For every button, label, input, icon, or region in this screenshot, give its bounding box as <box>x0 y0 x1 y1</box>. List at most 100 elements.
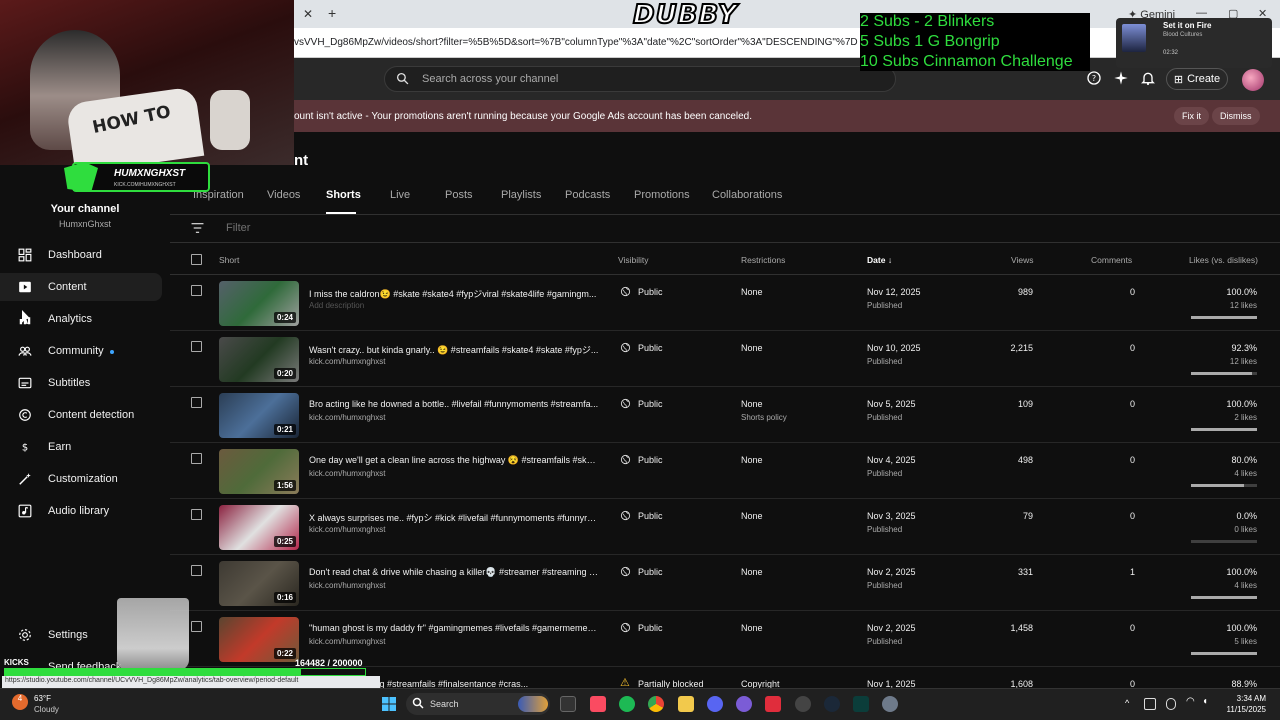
table-row[interactable]: 1:56 One day we'll get a clean line acros… <box>170 443 1280 499</box>
filter-icon[interactable] <box>191 222 204 234</box>
volume-icon[interactable]: ◖ <box>1202 696 1208 707</box>
likes-ratio-bar <box>1191 652 1257 655</box>
sidebar-item-customization[interactable]: Customization <box>0 465 162 493</box>
sparkle-icon[interactable] <box>1113 70 1129 86</box>
video-title[interactable]: I miss the caldron😉 #skate #skate4 #fypジ… <box>309 287 599 300</box>
create-button[interactable]: ⊞ Create <box>1166 68 1228 90</box>
new-tab-icon[interactable]: + <box>328 5 336 21</box>
tab-posts[interactable]: Posts <box>445 189 473 201</box>
sidebar-item-content[interactable]: Content <box>0 273 162 301</box>
settings-app-icon[interactable] <box>882 696 898 712</box>
task-view-icon[interactable] <box>560 696 576 712</box>
video-thumbnail[interactable]: 0:25 <box>219 505 299 550</box>
row-checkbox[interactable] <box>191 285 202 296</box>
sidebar-item-earn[interactable]: $ Earn <box>0 433 162 461</box>
sidebar-item-community[interactable]: Community <box>0 337 162 365</box>
sidebar-item-dashboard[interactable]: Dashboard <box>0 241 162 269</box>
weather-condition[interactable]: Cloudy <box>34 705 59 714</box>
sidebar-item-subtitles[interactable]: Subtitles <box>0 369 162 397</box>
video-thumbnail[interactable]: 1:56 <box>219 449 299 494</box>
tab-playlists[interactable]: Playlists <box>501 189 541 201</box>
discord-icon[interactable] <box>707 696 723 712</box>
tab-videos[interactable]: Videos <box>267 189 300 201</box>
wifi-icon[interactable]: ◠ <box>1186 696 1195 707</box>
tab-collaborations[interactable]: Collaborations <box>712 189 782 201</box>
clock-date[interactable]: 11/15/2025 <box>1218 705 1266 714</box>
publish-status: Published <box>867 469 903 478</box>
file-explorer-icon[interactable] <box>678 696 694 712</box>
visibility-status[interactable]: Public <box>638 511 663 521</box>
row-checkbox[interactable] <box>191 565 202 576</box>
video-title[interactable]: Wasn't crazy.. but kinda gnarly.. 😉 #str… <box>309 343 599 356</box>
spotify-icon[interactable] <box>619 696 635 712</box>
video-thumbnail[interactable]: 0:22 <box>219 617 299 662</box>
row-checkbox[interactable] <box>191 341 202 352</box>
column-date[interactable]: Date ↓ <box>867 255 892 265</box>
column-comments[interactable]: Comments <box>1091 255 1132 265</box>
video-thumbnail[interactable]: 0:16 <box>219 561 299 606</box>
column-likes[interactable]: Likes (vs. dislikes) <box>1189 255 1258 265</box>
app-icon[interactable] <box>736 696 752 712</box>
app-icon[interactable] <box>853 696 869 712</box>
row-checkbox[interactable] <box>191 397 202 408</box>
visibility-status[interactable]: Public <box>638 623 663 633</box>
tab-shorts[interactable]: Shorts <box>326 189 361 201</box>
steam-icon[interactable] <box>824 696 840 712</box>
windows-start-icon[interactable] <box>381 696 397 712</box>
app-icon[interactable] <box>765 696 781 712</box>
table-row[interactable]: 0:16 Don't read chat & drive while chasin… <box>170 555 1280 611</box>
visibility-status[interactable]: Public <box>638 343 663 353</box>
tab-live[interactable]: Live <box>390 189 410 201</box>
tab-podcasts[interactable]: Podcasts <box>565 189 610 201</box>
chrome-icon[interactable] <box>648 696 664 712</box>
video-title[interactable]: Don't read chat & drive while chasing a … <box>309 567 599 578</box>
select-all-checkbox[interactable] <box>191 254 202 265</box>
chevron-up-icon[interactable]: ^ <box>1125 698 1129 708</box>
sidebar-item-content-detection[interactable]: Content detection <box>0 401 162 429</box>
channel-title[interactable]: Your channel <box>0 203 170 215</box>
table-row[interactable]: 0:24 I miss the caldron😉 #skate #skate4 #… <box>170 275 1280 331</box>
table-row[interactable]: 0:20 Wasn't crazy.. but kinda gnarly.. 😉 … <box>170 331 1280 387</box>
likes-percentage: 100.0% <box>1226 567 1257 577</box>
weather-temp[interactable]: 63°F <box>34 694 51 703</box>
row-checkbox[interactable] <box>191 621 202 632</box>
visibility-status[interactable]: Public <box>638 287 663 297</box>
music-app-icon[interactable] <box>590 696 606 712</box>
visibility-status[interactable]: Public <box>638 455 663 465</box>
notifications-icon[interactable] <box>1140 70 1156 86</box>
video-title[interactable]: One day we'll get a clean line across th… <box>309 455 599 466</box>
close-tab-icon[interactable]: ✕ <box>303 7 313 21</box>
dismiss-button[interactable]: Dismiss <box>1212 107 1260 125</box>
publish-date: Nov 5, 2025 <box>867 399 916 409</box>
column-views[interactable]: Views <box>1011 255 1034 265</box>
video-thumbnail[interactable]: 0:21 <box>219 393 299 438</box>
video-thumbnail[interactable]: 0:24 <box>219 281 299 326</box>
url-text[interactable]: vsVVH_Dg86MpZw/videos/short?filter=%5B%5… <box>294 37 858 48</box>
video-title[interactable]: "human ghost is my daddy fr" #gamingmeme… <box>309 623 599 633</box>
search-highlight-icon[interactable] <box>518 696 548 712</box>
avatar[interactable] <box>1242 69 1264 91</box>
clock-time[interactable]: 3:34 AM <box>1226 694 1266 703</box>
comment-count: 0 <box>1129 343 1135 353</box>
sidebar-item-audio-library[interactable]: Audio library <box>0 497 162 525</box>
video-title[interactable]: X always surprises me.. #fypシ #kick #liv… <box>309 511 599 524</box>
video-thumbnail[interactable]: 0:20 <box>219 337 299 382</box>
visibility-status[interactable]: Public <box>638 567 663 577</box>
table-row[interactable]: 0:25 X always surprises me.. #fypシ #kick … <box>170 499 1280 555</box>
video-title[interactable]: Bro acting like he downed a bottle.. #li… <box>309 399 599 409</box>
microphone-icon[interactable] <box>1166 698 1176 710</box>
row-checkbox[interactable] <box>191 453 202 464</box>
tray-icon[interactable] <box>1144 698 1156 710</box>
obs-icon[interactable] <box>795 696 811 712</box>
table-row[interactable]: 0:21 Bro acting like he downed a bottle..… <box>170 387 1280 443</box>
help-icon[interactable]: ? <box>1086 70 1102 86</box>
fix-it-button[interactable]: Fix it <box>1174 107 1209 125</box>
weather-icon[interactable]: 4 <box>12 694 28 710</box>
likes-ratio-fill <box>1191 652 1257 655</box>
row-checkbox[interactable] <box>191 509 202 520</box>
publish-date: Nov 10, 2025 <box>867 343 921 353</box>
visibility-status[interactable]: Public <box>638 399 663 409</box>
tab-promotions[interactable]: Promotions <box>634 189 690 201</box>
filter-input[interactable]: Filter <box>226 222 250 234</box>
search-placeholder: Search across your channel <box>422 73 559 85</box>
